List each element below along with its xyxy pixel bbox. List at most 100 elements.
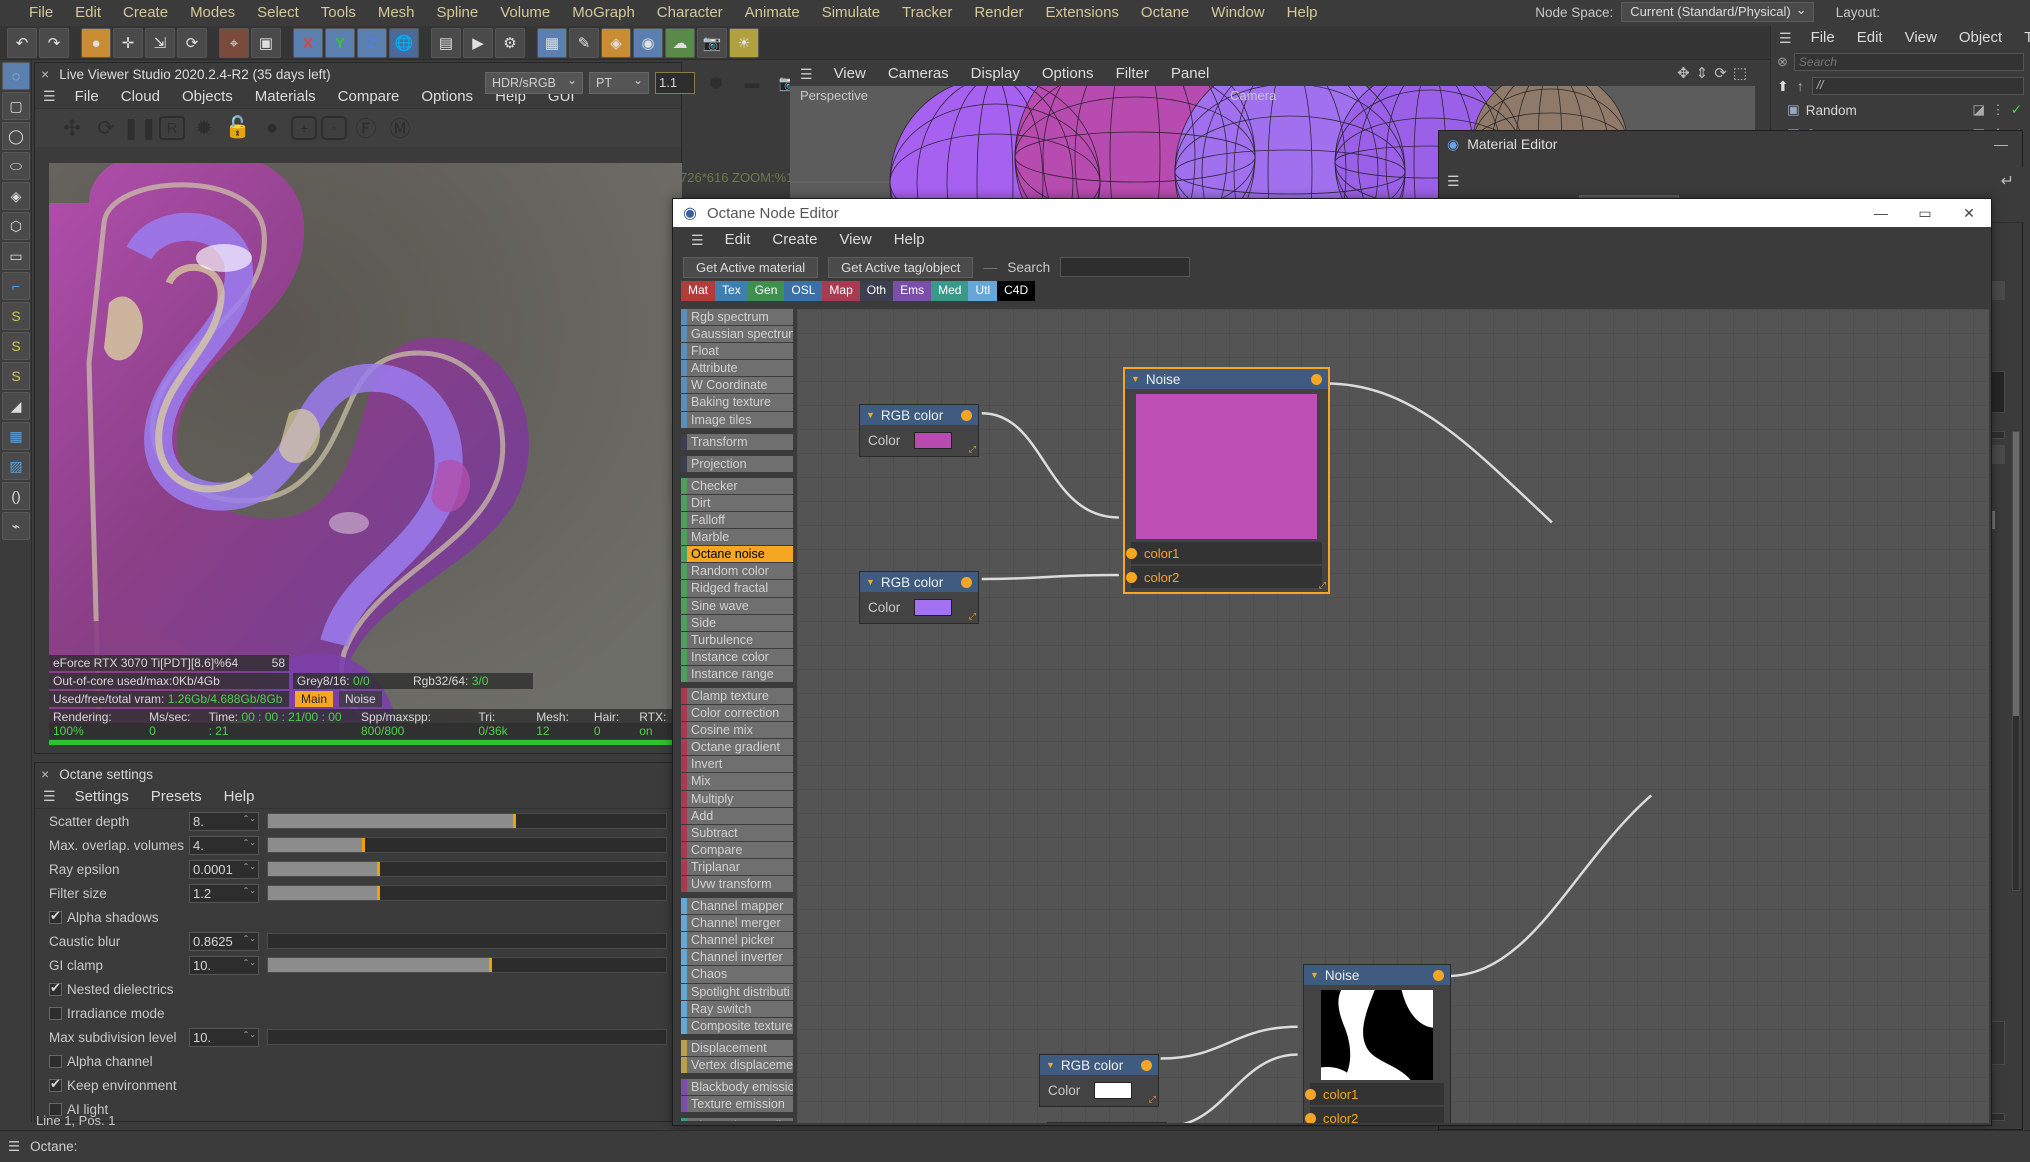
palette-item-ridged-fractal[interactable]: Ridged fractal xyxy=(681,580,793,598)
lock-icon[interactable]: 🔓 xyxy=(223,113,253,143)
scale-icon[interactable]: ⇲ xyxy=(145,28,175,58)
node-resize-handle[interactable]: ⤢ xyxy=(1149,1094,1156,1105)
plane-icon[interactable]: ▭ xyxy=(2,242,30,270)
palette-item-subtract[interactable]: Subtract xyxy=(681,824,793,842)
menu-item-create[interactable]: Create xyxy=(112,0,179,26)
get-active-tag-object-button[interactable]: Get Active tag/object xyxy=(828,256,974,278)
setting-slider[interactable] xyxy=(267,933,667,949)
node-output-port[interactable] xyxy=(1433,969,1444,981)
node-rgb4[interactable]: ▼RGB colorColor⤢ xyxy=(1047,1122,1167,1123)
menu-item-extensions[interactable]: Extensions xyxy=(1035,0,1130,26)
palette-item-color-correction[interactable]: Color correction xyxy=(681,705,793,723)
material-editor-vscrollbar[interactable] xyxy=(2012,431,2020,891)
menu-item-select[interactable]: Select xyxy=(246,0,310,26)
input-port-dot[interactable] xyxy=(1305,1088,1316,1100)
checkbox-alpha-channel[interactable] xyxy=(49,1054,62,1068)
palette-item-composite-texture[interactable]: Composite texture xyxy=(681,1017,793,1035)
setting-value-field[interactable]: 0.0001 ⌃⌄ xyxy=(189,859,259,879)
up-icon[interactable]: ↑ xyxy=(1797,78,1804,94)
cone-icon[interactable]: ◈ xyxy=(2,182,30,210)
globe-icon[interactable]: 🌐 xyxy=(389,28,419,58)
palette-item-rgb-spectrum[interactable]: Rgb spectrum xyxy=(681,309,793,327)
hamburger-icon[interactable]: ☰ xyxy=(1771,30,1800,47)
palette-item-projection[interactable]: Projection xyxy=(681,455,793,473)
setting-value-field[interactable]: 1.2 ⌃⌄ xyxy=(189,883,259,903)
menu-item-objects[interactable]: Objects xyxy=(171,84,244,110)
node-category-tex[interactable]: Tex xyxy=(715,281,748,301)
node-rgb2[interactable]: ▼ RGB color Color ⤢ xyxy=(859,571,979,624)
live-selection-icon[interactable]: ◌ xyxy=(2,62,30,90)
menu-item-object[interactable]: Object xyxy=(1948,25,2013,51)
menu-item-compare[interactable]: Compare xyxy=(327,84,411,110)
pause-icon[interactable]: ❚❚ xyxy=(122,113,157,143)
spline-icon[interactable]: ✎ xyxy=(569,28,599,58)
setting-slider[interactable] xyxy=(267,957,667,973)
palette-item-add[interactable]: Add xyxy=(681,807,793,825)
spline-pen-icon[interactable]: S xyxy=(2,302,30,330)
node-category-ems[interactable]: Ems xyxy=(893,281,932,301)
palette-item-marble[interactable]: Marble xyxy=(681,529,793,547)
node-noise1[interactable]: ▼ Noise color1 color2 ⤢ xyxy=(1123,367,1330,594)
palette-item-w-coordinate[interactable]: W Coordinate xyxy=(681,377,793,395)
menu-item-volume[interactable]: Volume xyxy=(489,0,561,26)
setting-slider[interactable] xyxy=(267,837,667,853)
menu-item-settings[interactable]: Settings xyxy=(64,784,140,810)
palette-item-dirt[interactable]: Dirt xyxy=(681,494,793,513)
environment-icon[interactable]: ☁ xyxy=(665,28,695,58)
render-settings-icon[interactable]: ⚙ xyxy=(495,28,525,58)
palette-item-falloff[interactable]: Falloff xyxy=(681,512,793,530)
menu-item-view[interactable]: View xyxy=(823,62,877,87)
move-icon[interactable]: ✛ xyxy=(113,28,143,58)
hamburger-icon[interactable]: ☰ xyxy=(35,788,64,805)
menu-item-view[interactable]: View xyxy=(1894,25,1948,51)
region-icon[interactable]: R xyxy=(159,116,185,140)
palette-item-instance-color[interactable]: Instance color xyxy=(681,648,793,666)
palette-item-float[interactable]: Float xyxy=(681,343,793,361)
node-search-input[interactable] xyxy=(1060,257,1191,277)
palette-item-gaussian-spectrum[interactable]: Gaussian spectrum xyxy=(681,326,793,344)
node-resize-handle[interactable]: ⤢ xyxy=(1319,580,1326,591)
setting-slider[interactable] xyxy=(267,885,667,901)
material-icon[interactable]: Ⓜ xyxy=(385,113,415,143)
node-input-color1[interactable]: color1 xyxy=(1305,1083,1444,1105)
palette-item-compare[interactable]: Compare xyxy=(681,841,793,859)
menu-item-file[interactable]: File xyxy=(64,84,110,110)
node-category-utl[interactable]: Utl xyxy=(968,281,998,301)
path-field[interactable]: // xyxy=(1811,77,2024,95)
menu-item-cloud[interactable]: Cloud xyxy=(110,84,171,110)
palette-item-uvw-transform[interactable]: Uvw transform xyxy=(681,876,793,894)
box-icon[interactable]: ▢ xyxy=(2,92,30,120)
palette-item-vertex-displacemen[interactable]: Vertex displacemen xyxy=(681,1056,793,1075)
maximize-view-icon[interactable]: ⬚ xyxy=(1733,64,1747,82)
close-button[interactable]: ✕ xyxy=(1947,199,1991,227)
node-rgb1[interactable]: ▼ RGB color Color ⤢ xyxy=(859,404,979,457)
menu-item-edit[interactable]: Edit xyxy=(64,0,112,26)
node-output-port[interactable] xyxy=(1141,1059,1152,1071)
search-input[interactable] xyxy=(1793,53,2024,71)
menu-item-presets[interactable]: Presets xyxy=(140,784,213,810)
undo-icon[interactable]: ↶ xyxy=(7,28,37,58)
setting-value-field[interactable]: 8. ⌃⌄ xyxy=(189,811,259,831)
collapse-triangle-icon[interactable]: ▼ xyxy=(1046,1060,1055,1070)
menu-item-animate[interactable]: Animate xyxy=(734,0,811,26)
menu-item-file[interactable]: File xyxy=(18,0,64,26)
node-input-color1[interactable]: color1 xyxy=(1126,542,1322,564)
spline-circle-icon[interactable]: S xyxy=(2,362,30,390)
x-axis-icon[interactable]: X xyxy=(293,28,323,58)
checkbox-irradiance-mode[interactable] xyxy=(49,1006,62,1020)
node-color-swatch[interactable] xyxy=(1094,1082,1133,1099)
palette-item-clamp-texture[interactable]: Clamp texture xyxy=(681,687,793,706)
palette-item-channel-inverter[interactable]: Channel inverter xyxy=(681,949,793,967)
menu-item-display[interactable]: Display xyxy=(960,62,1031,87)
array-icon[interactable]: ▦ xyxy=(2,422,30,450)
colorspace-dropdown[interactable]: HDR/sRGB xyxy=(485,70,583,94)
hamburger-icon[interactable]: ☰ xyxy=(681,232,714,249)
menu-item-edit[interactable]: Edit xyxy=(714,227,762,253)
palette-item-blackbody-emission[interactable]: Blackbody emission xyxy=(681,1079,793,1097)
render-view-icon[interactable]: ▤ xyxy=(431,28,461,58)
checkbox-alpha-shadows[interactable] xyxy=(49,908,62,924)
node-category-osl[interactable]: OSL xyxy=(784,281,823,301)
menu-item-edit[interactable]: Edit xyxy=(1846,25,1894,51)
node-header[interactable]: ▼ RGB color xyxy=(860,572,978,592)
collapse-triangle-icon[interactable]: ▼ xyxy=(1310,970,1319,980)
